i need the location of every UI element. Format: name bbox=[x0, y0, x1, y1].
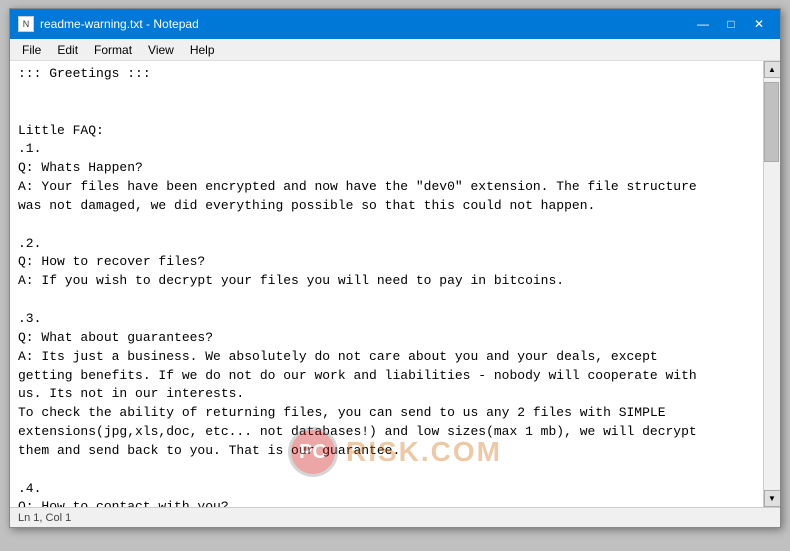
close-button[interactable]: ✕ bbox=[746, 14, 772, 34]
menu-file[interactable]: File bbox=[14, 41, 49, 59]
menu-format[interactable]: Format bbox=[86, 41, 140, 59]
maximize-button[interactable]: □ bbox=[718, 14, 744, 34]
scroll-thumb[interactable] bbox=[764, 82, 779, 162]
title-controls: — □ ✕ bbox=[690, 14, 772, 34]
app-icon: N bbox=[18, 16, 34, 32]
status-bar: Ln 1, Col 1 bbox=[10, 507, 780, 527]
title-bar: N readme-warning.txt - Notepad — □ ✕ bbox=[10, 9, 780, 39]
scroll-down-button[interactable]: ▼ bbox=[764, 490, 781, 507]
window-title: readme-warning.txt - Notepad bbox=[40, 17, 199, 31]
notepad-window: N readme-warning.txt - Notepad — □ ✕ Fil… bbox=[9, 8, 781, 528]
vertical-scrollbar[interactable]: ▲ ▼ bbox=[763, 61, 780, 507]
menu-edit[interactable]: Edit bbox=[49, 41, 86, 59]
menu-help[interactable]: Help bbox=[182, 41, 223, 59]
cursor-position: Ln 1, Col 1 bbox=[18, 512, 71, 524]
minimize-button[interactable]: — bbox=[690, 14, 716, 34]
content-wrapper: ::: Greetings ::: Little FAQ: .1. Q: Wha… bbox=[10, 61, 780, 507]
menu-bar: File Edit Format View Help bbox=[10, 39, 780, 61]
title-bar-left: N readme-warning.txt - Notepad bbox=[18, 16, 199, 32]
text-editor[interactable]: ::: Greetings ::: Little FAQ: .1. Q: Wha… bbox=[10, 61, 763, 507]
scroll-up-button[interactable]: ▲ bbox=[764, 61, 781, 78]
scroll-track[interactable] bbox=[764, 78, 780, 490]
menu-view[interactable]: View bbox=[140, 41, 182, 59]
